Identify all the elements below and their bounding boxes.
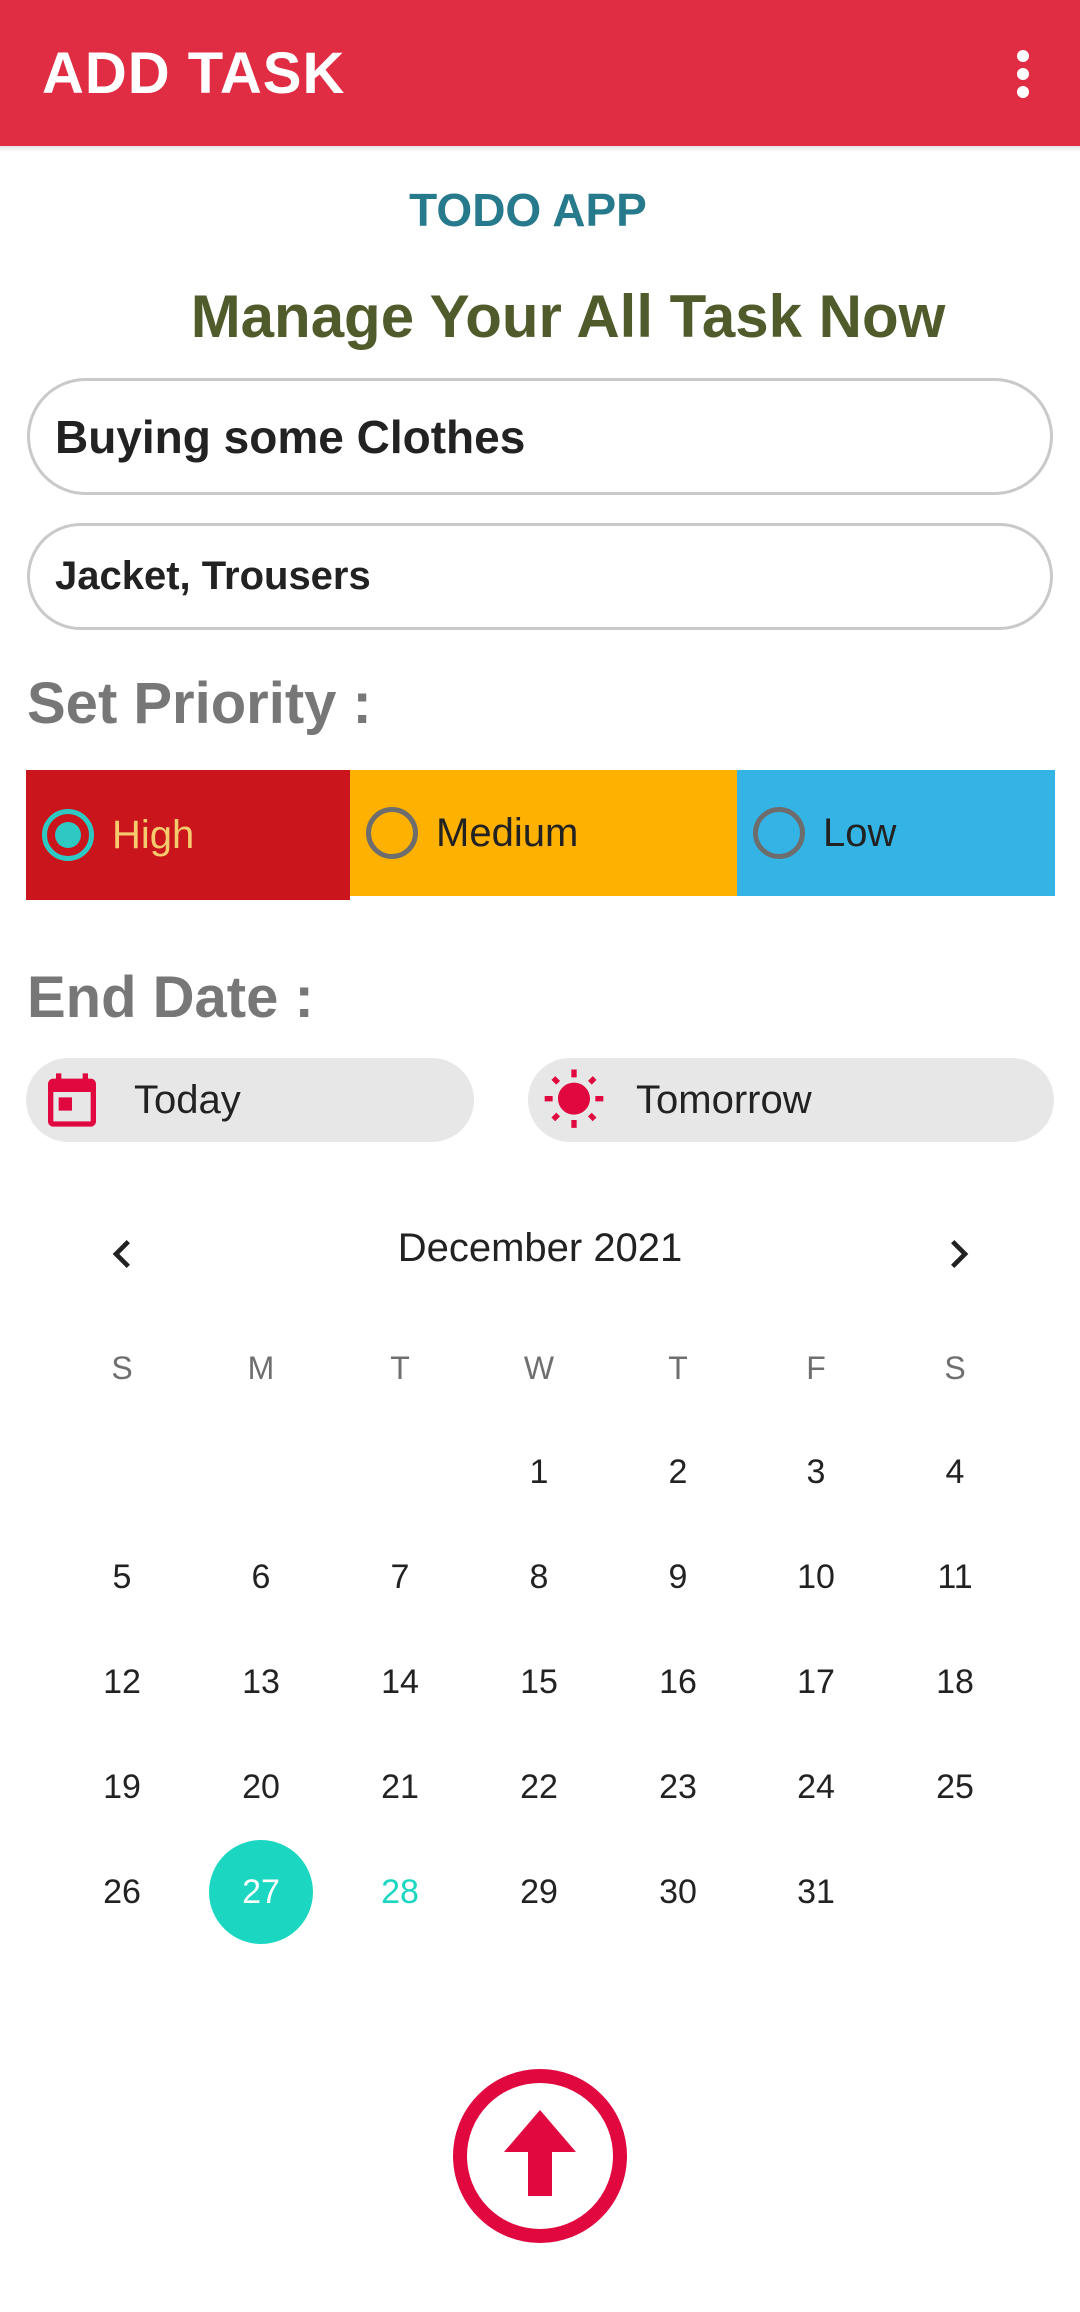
more-vert-icon[interactable] bbox=[1005, 48, 1041, 100]
calendar-day-25[interactable]: 25 bbox=[903, 1735, 1007, 1839]
calendar-day-10[interactable]: 10 bbox=[764, 1525, 868, 1629]
calendar-header: December 2021 bbox=[0, 1212, 1080, 1292]
task-description-input[interactable]: Jacket, Trousers bbox=[27, 523, 1053, 630]
radio-checked-icon[interactable] bbox=[42, 809, 94, 861]
arrow-up-circle-icon bbox=[453, 2069, 627, 2243]
app-bar: ADD TASK bbox=[0, 0, 1080, 146]
end-date-label: End Date : bbox=[27, 965, 314, 1030]
calendar-month-label: December 2021 bbox=[397, 1226, 683, 1270]
calendar-day-5[interactable]: 5 bbox=[70, 1525, 174, 1629]
submit-button[interactable] bbox=[452, 2068, 628, 2244]
today-chip[interactable]: Today bbox=[26, 1058, 474, 1142]
calendar-day-31[interactable]: 31 bbox=[764, 1840, 868, 1944]
radio-unchecked-icon[interactable] bbox=[366, 807, 418, 859]
calendar-weekday-row: SMTWTFS bbox=[0, 1350, 1080, 1400]
calendar-day-29[interactable]: 29 bbox=[487, 1840, 591, 1944]
calendar-day-14[interactable]: 14 bbox=[348, 1630, 452, 1734]
calendar-day-12[interactable]: 12 bbox=[70, 1630, 174, 1734]
calendar-icon bbox=[40, 1068, 104, 1132]
sun-icon bbox=[542, 1068, 606, 1132]
calendar-day-22[interactable]: 22 bbox=[487, 1735, 591, 1839]
calendar-day-4[interactable]: 4 bbox=[903, 1420, 1007, 1524]
calendar-day-1[interactable]: 1 bbox=[487, 1420, 591, 1524]
priority-medium-label: Medium bbox=[436, 810, 579, 855]
chevron-right-icon[interactable] bbox=[931, 1226, 987, 1282]
today-chip-label: Today bbox=[134, 1077, 241, 1122]
calendar-day-9[interactable]: 9 bbox=[626, 1525, 730, 1629]
calendar-day-17[interactable]: 17 bbox=[764, 1630, 868, 1734]
calendar-day-21[interactable]: 21 bbox=[348, 1735, 452, 1839]
calendar-day-8[interactable]: 8 bbox=[487, 1525, 591, 1629]
weekday-label: F bbox=[806, 1350, 826, 1386]
calendar-day-13[interactable]: 13 bbox=[209, 1630, 313, 1734]
task-title-input[interactable]: Buying some Clothes bbox=[27, 378, 1053, 495]
priority-medium-option[interactable]: Medium bbox=[350, 770, 737, 896]
calendar-day-6[interactable]: 6 bbox=[209, 1525, 313, 1629]
priority-radio-group: High Medium Low bbox=[26, 770, 1055, 900]
tomorrow-chip-label: Tomorrow bbox=[636, 1077, 812, 1122]
weekday-label: T bbox=[668, 1350, 688, 1386]
weekday-label: S bbox=[944, 1350, 966, 1386]
priority-low-option[interactable]: Low bbox=[737, 770, 1055, 896]
weekday-label: S bbox=[111, 1350, 133, 1386]
priority-low-label: Low bbox=[823, 810, 897, 855]
calendar-day-30[interactable]: 30 bbox=[626, 1840, 730, 1944]
task-title-value: Buying some Clothes bbox=[55, 410, 526, 463]
weekday-label: M bbox=[247, 1350, 275, 1386]
headline: Manage Your All Task Now bbox=[190, 283, 946, 350]
calendar-day-28[interactable]: 28 bbox=[348, 1840, 452, 1944]
task-description-value: Jacket, Trousers bbox=[55, 554, 371, 598]
calendar-day-7[interactable]: 7 bbox=[348, 1525, 452, 1629]
app-bar-shadow bbox=[0, 146, 1080, 152]
calendar-day-18[interactable]: 18 bbox=[903, 1630, 1007, 1734]
priority-high-label: High bbox=[112, 812, 195, 857]
calendar-day-20[interactable]: 20 bbox=[209, 1735, 313, 1839]
priority-label: Set Priority : bbox=[27, 671, 372, 736]
weekday-label: W bbox=[523, 1350, 555, 1386]
calendar-day-2[interactable]: 2 bbox=[626, 1420, 730, 1524]
calendar-day-11[interactable]: 11 bbox=[903, 1525, 1007, 1629]
calendar-day-19[interactable]: 19 bbox=[70, 1735, 174, 1839]
radio-unchecked-icon[interactable] bbox=[753, 807, 805, 859]
calendar-day-26[interactable]: 26 bbox=[70, 1840, 174, 1944]
calendar-day-27[interactable]: 27 bbox=[209, 1840, 313, 1944]
calendar-day-24[interactable]: 24 bbox=[764, 1735, 868, 1839]
app-name: TODO APP bbox=[409, 184, 647, 236]
calendar-day-16[interactable]: 16 bbox=[626, 1630, 730, 1734]
app-bar-title: ADD TASK bbox=[42, 41, 346, 106]
priority-high-option[interactable]: High bbox=[26, 770, 350, 900]
tomorrow-chip[interactable]: Tomorrow bbox=[528, 1058, 1054, 1142]
calendar-day-3[interactable]: 3 bbox=[764, 1420, 868, 1524]
calendar-day-23[interactable]: 23 bbox=[626, 1735, 730, 1839]
weekday-label: T bbox=[390, 1350, 410, 1386]
calendar-day-15[interactable]: 15 bbox=[487, 1630, 591, 1734]
